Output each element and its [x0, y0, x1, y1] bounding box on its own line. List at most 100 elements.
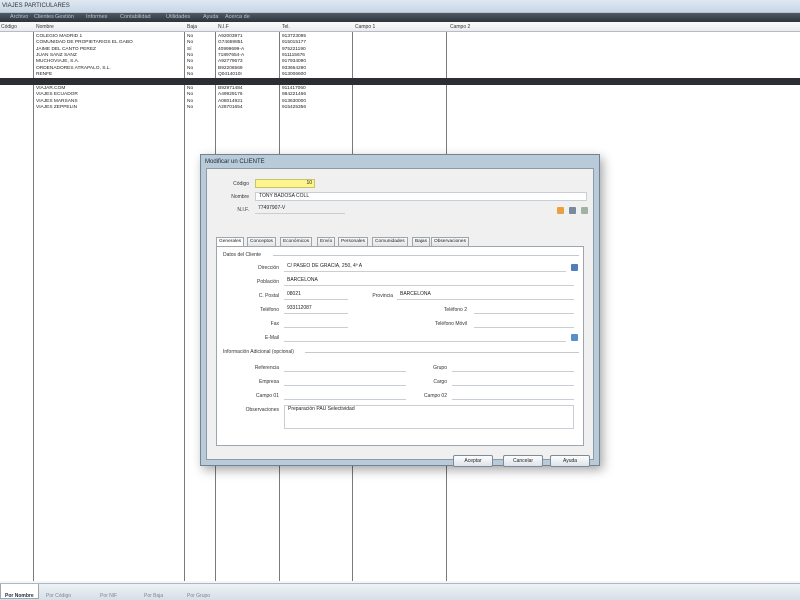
menu-informes[interactable]: Informes: [86, 14, 107, 20]
info-adicional-heading: Información Adicional (opcional): [223, 349, 294, 355]
nif-label: N.I.F.: [237, 207, 249, 213]
menu-clientes[interactable]: Clientes: [34, 14, 54, 20]
cpostal-field[interactable]: 08021: [284, 291, 348, 300]
document-icon[interactable]: [581, 207, 588, 214]
cell-nombre: VIAJES ECUADOR: [36, 92, 78, 98]
cell-baja: No: [187, 65, 194, 71]
observaciones-field[interactable]: Preparación PAU Selectividad: [284, 405, 574, 429]
folder-icon[interactable]: [557, 207, 564, 214]
tab-bajas[interactable]: Bajas: [412, 237, 430, 246]
table-row[interactable]: VIAJES MARSANS No A08014921 913630000: [0, 99, 800, 105]
cell-nif: 77497907-V: [218, 78, 245, 84]
empresa-field[interactable]: [284, 377, 406, 386]
column-header-campo2[interactable]: Campo 2: [450, 24, 470, 30]
cancelar-button[interactable]: Cancelar: [503, 455, 543, 467]
tab-observaciones[interactable]: Observaciones: [431, 237, 469, 246]
menu-archivo[interactable]: Archivo: [10, 14, 28, 20]
poblacion-label: Población: [257, 279, 279, 285]
table-row[interactable]: JAIME DEL CANTO PEREZ Sí 40999699-A 9752211…: [0, 47, 800, 53]
map-icon[interactable]: [571, 264, 578, 271]
camera-icon[interactable]: [569, 207, 576, 214]
email-label: E-Mail: [264, 335, 279, 341]
cell-nombre: JAIME DEL CANTO PEREZ: [36, 46, 96, 52]
menu-ayuda[interactable]: Ayuda: [203, 14, 219, 20]
referencia-field[interactable]: [284, 363, 406, 372]
provincia-field[interactable]: BARCELONA: [397, 291, 574, 300]
cell-nif: Q0414010I: [218, 71, 242, 77]
direccion-field[interactable]: C/ PASEO DE GRACIA, 250, 4º A: [284, 263, 566, 272]
cell-tel: 933112087: [282, 78, 306, 84]
cell-baja: No: [187, 59, 194, 65]
movil-field[interactable]: [474, 319, 574, 328]
window-titlebar: VIAJES PARTICULARES: [0, 0, 800, 13]
poblacion-field[interactable]: BARCELONA: [284, 277, 574, 286]
table-row[interactable]: ORDENADORES ATRAPALO, S.L. No B92206569 933…: [0, 66, 800, 72]
cargo-label: Cargo: [433, 379, 447, 385]
table-row[interactable]: JUAN SANZ SANZ No 71897654-A 911115676: [0, 53, 800, 59]
menu-acerca[interactable]: Acerca de: [225, 14, 250, 20]
cell-baja: No: [187, 105, 194, 110]
dialog-body: Código 10 Nombre TONY BADOSA COLL N.I.F.…: [206, 168, 594, 467]
column-header-baja[interactable]: Baja: [187, 24, 197, 30]
grupo-field[interactable]: [452, 363, 574, 372]
cell-tel: 913006600: [282, 71, 307, 77]
cell-nombre: VIAJES MARSANS: [36, 98, 78, 104]
cell-nombre: VIAJES ZEPPELIN: [36, 105, 78, 110]
cell-nif: G74659851: [218, 40, 244, 46]
ayuda-button[interactable]: Ayuda: [550, 455, 590, 467]
dialog-title: Modificar un CLIENTE: [205, 159, 265, 165]
cell-nif: A92779673: [218, 59, 243, 65]
table-row[interactable]: VIAJES ECUADOR No A49929176 984221466: [0, 92, 800, 98]
table-row[interactable]: COMUNIDAD DE PROPIETARIOS EL GABO No G7465…: [0, 40, 800, 46]
cell-baja: No: [187, 92, 194, 98]
telefono2-field[interactable]: [474, 305, 574, 314]
tab-envio[interactable]: Envío: [317, 237, 336, 246]
menu-utilidades[interactable]: Utilidades: [166, 14, 190, 20]
cell-nombre: RENFE: [36, 71, 53, 77]
fax-label: Fax: [270, 321, 279, 327]
codigo-field[interactable]: 10: [255, 179, 315, 188]
fax-field[interactable]: [284, 319, 348, 328]
table-row-selected[interactable]: TONY BADOSA COLL No 77497907-V 933112087: [0, 78, 800, 86]
campo02-field[interactable]: [452, 391, 574, 400]
column-header-nif[interactable]: N.I.F: [218, 24, 229, 30]
menu-contabilidad[interactable]: Contabilidad: [120, 14, 151, 20]
tab-por-grupo[interactable]: Por Grupo: [183, 584, 214, 599]
tab-por-baja[interactable]: Por Baja: [140, 584, 167, 599]
telefono-field[interactable]: 933112087: [284, 305, 348, 314]
table-row[interactable]: VIAJAR.COM No B92971484 911417060: [0, 86, 800, 92]
menu-bar: Archivo Clientes Gestión Informes Contab…: [0, 13, 800, 22]
nombre-label: Nombre: [231, 194, 249, 200]
codigo-label: Código: [233, 181, 249, 187]
tab-por-codigo[interactable]: Por Código: [42, 584, 75, 599]
cell-tel: 913630000: [282, 98, 307, 104]
cell-baja: No: [187, 71, 194, 77]
menu-gestion[interactable]: Gestión: [55, 14, 74, 20]
column-header-tel[interactable]: Tel.: [282, 24, 290, 30]
campo01-field[interactable]: [284, 391, 406, 400]
window-title: VIAJES PARTICULARES: [2, 3, 70, 9]
column-divider: [33, 32, 34, 581]
email-icon[interactable]: [571, 334, 578, 341]
tab-por-nif[interactable]: Por NIF: [96, 584, 121, 599]
table-row[interactable]: MUCHOVIAJE, S.A. No A92779673 917934090: [0, 59, 800, 65]
column-header-campo1[interactable]: Campo 1: [355, 24, 375, 30]
direccion-label: Dirección: [258, 265, 279, 271]
tab-conceptos[interactable]: Conceptos: [247, 237, 276, 246]
tab-economicos[interactable]: Económicos: [280, 237, 313, 246]
nombre-field[interactable]: TONY BADOSA COLL: [255, 192, 587, 201]
table-row[interactable]: VIAJES ZEPPELIN No A28701654 915425356: [0, 105, 800, 111]
cargo-field[interactable]: [452, 377, 574, 386]
tab-comunidades[interactable]: Comunidades: [372, 237, 408, 246]
column-header-codigo[interactable]: Código: [1, 24, 17, 30]
column-header-nombre[interactable]: Nombre: [36, 24, 54, 30]
group-divider: [273, 255, 579, 256]
aceptar-button[interactable]: Aceptar: [453, 455, 493, 467]
tab-personales[interactable]: Personales: [338, 237, 368, 246]
cell-tel: 911115676: [282, 52, 305, 58]
tab-por-nombre[interactable]: Por Nombre: [0, 584, 39, 599]
table-row[interactable]: RENFE No Q0414010I 913006600: [0, 72, 800, 78]
cell-nif: A28701654: [218, 105, 243, 110]
nif-field[interactable]: 77497907-V: [255, 205, 345, 214]
email-field[interactable]: [284, 333, 566, 342]
